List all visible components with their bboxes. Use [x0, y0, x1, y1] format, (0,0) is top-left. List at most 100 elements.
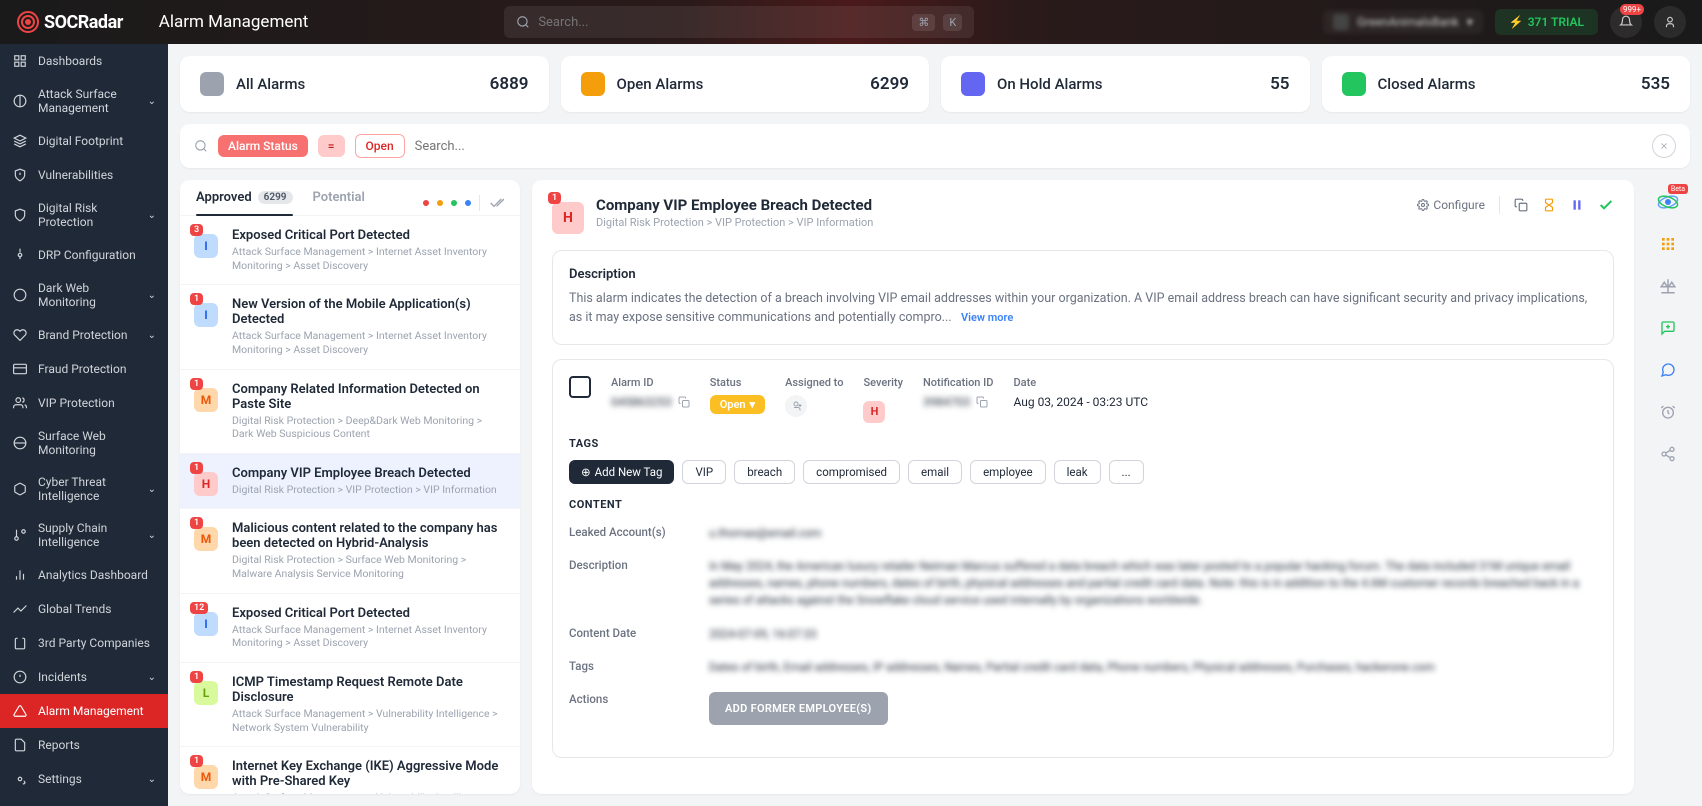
clear-filter-button[interactable]: [1652, 134, 1676, 158]
severity-box: M: [194, 765, 218, 789]
dot-medium[interactable]: [451, 200, 457, 206]
sidebar-item-attack-surface-management[interactable]: Attack Surface Management⌄: [0, 78, 168, 124]
dot-high[interactable]: [437, 200, 443, 206]
stat-card-closed-alarms[interactable]: Closed Alarms535: [1322, 56, 1691, 112]
copy-icon[interactable]: [678, 396, 690, 408]
chat-icon[interactable]: [1656, 358, 1680, 382]
tag-chip[interactable]: breach: [734, 460, 795, 484]
sidebar-item-global-trends[interactable]: Global Trends: [0, 592, 168, 626]
hourglass-button[interactable]: [1542, 198, 1556, 212]
sidebar-item-company-settings[interactable]: Company Settings: [0, 796, 168, 806]
brand-logo[interactable]: SOCRadar: [16, 10, 123, 34]
alarm-item[interactable]: 1MInternet Key Exchange (IKE) Aggressive…: [180, 747, 520, 794]
tag-chip[interactable]: employee: [970, 460, 1045, 484]
radar-icon: [16, 10, 40, 34]
sidebar-item-dark-web-monitoring[interactable]: Dark Web Monitoring⌄: [0, 272, 168, 318]
severity-value: H: [863, 401, 885, 423]
sidebar-item-surface-web-monitoring[interactable]: Surface Web Monitoring: [0, 420, 168, 466]
stat-label: Open Alarms: [617, 75, 704, 93]
filter-eq-pill[interactable]: =: [318, 135, 345, 157]
sidebar-item-dashboards[interactable]: Dashboards: [0, 44, 168, 78]
sidebar-item-incidents[interactable]: Incidents⌄: [0, 660, 168, 694]
sidebar-item-cyber-threat-intelligence[interactable]: Cyber Threat Intelligence⌄: [0, 466, 168, 512]
sidebar-item-label: VIP Protection: [38, 396, 115, 410]
global-search-input[interactable]: [538, 15, 904, 30]
check-all-icon[interactable]: [488, 195, 504, 211]
sidebar-item-supply-chain-intelligence[interactable]: Supply Chain Intelligence⌄: [0, 512, 168, 558]
view-more-link[interactable]: View more: [961, 311, 1013, 324]
tag-chip[interactable]: VIP: [682, 460, 726, 484]
resolve-button[interactable]: [1598, 197, 1614, 213]
comment-icon[interactable]: [1656, 316, 1680, 340]
sidebar-item-digital-footprint[interactable]: Digital Footprint: [0, 124, 168, 158]
severity-label: Severity: [863, 376, 903, 389]
select-checkbox[interactable]: [569, 376, 591, 398]
sidebar-item-drp-configuration[interactable]: DRP Configuration: [0, 238, 168, 272]
grid-icon[interactable]: [1656, 232, 1680, 256]
sidebar-item-fraud-protection[interactable]: Fraud Protection: [0, 352, 168, 386]
add-tag-button[interactable]: ⊕ Add New Tag: [569, 460, 674, 484]
alarm-item[interactable]: 1HCompany VIP Employee Breach DetectedDi…: [180, 454, 520, 510]
scale-icon[interactable]: [1656, 274, 1680, 298]
severity-box: M: [194, 527, 218, 551]
tab-approved[interactable]: Approved 6299: [196, 190, 293, 215]
sidebar-item-vulnerabilities[interactable]: Vulnerabilities: [0, 158, 168, 192]
content-value: 2024-07-09, 16:07:33: [709, 626, 1597, 643]
sidebar-item-reports[interactable]: Reports: [0, 728, 168, 762]
tag-chip[interactable]: ...: [1109, 460, 1144, 484]
sidebar-item-settings[interactable]: Settings⌄: [0, 762, 168, 796]
copy-icon[interactable]: [976, 396, 988, 408]
tag-chip[interactable]: leak: [1054, 460, 1101, 484]
date-label: Date: [1013, 376, 1148, 389]
stat-color-box: [200, 72, 224, 96]
alarm-id-label: Alarm ID: [611, 376, 690, 389]
trial-button[interactable]: ⚡ 371 TRIAL: [1495, 9, 1598, 35]
alarm-item[interactable]: 1INew Version of the Mobile Application(…: [180, 285, 520, 369]
clock-icon[interactable]: [1656, 400, 1680, 424]
alarm-item[interactable]: 3IExposed Critical Port DetectedAttack S…: [180, 216, 520, 285]
alarm-title: Exposed Critical Port Detected: [232, 606, 506, 621]
filter-status-pill[interactable]: Alarm Status: [218, 135, 308, 157]
dot-low[interactable]: [465, 200, 471, 206]
filter-search-input[interactable]: [415, 139, 1642, 154]
sidebar-item-analytics-dashboard[interactable]: Analytics Dashboard: [0, 558, 168, 592]
notifications-button[interactable]: 999+: [1610, 6, 1642, 38]
trial-label: 371 TRIAL: [1528, 15, 1584, 29]
severity-col: 1I: [194, 297, 222, 356]
tag-chip[interactable]: compromised: [803, 460, 900, 484]
severity-col: 1M: [194, 759, 222, 794]
sidebar-item-alarm-management[interactable]: Alarm Management: [0, 694, 168, 728]
configure-button[interactable]: Configure: [1417, 198, 1485, 212]
alarm-item[interactable]: 1MMalicious content related to the compa…: [180, 509, 520, 593]
sidebar-item-vip-protection[interactable]: VIP Protection: [0, 386, 168, 420]
add-former-employees-button[interactable]: ADD FORMER EMPLOYEE(S): [709, 692, 888, 725]
copy-button[interactable]: [1514, 198, 1528, 212]
tab-potential[interactable]: Potential: [313, 190, 365, 215]
sidebar-item-3rd-party-companies[interactable]: 3rd Party Companies: [0, 626, 168, 660]
user-avatar[interactable]: [1654, 6, 1686, 38]
ai-button[interactable]: Beta: [1656, 190, 1680, 214]
stat-card-open-alarms[interactable]: Open Alarms6299: [561, 56, 930, 112]
alarm-item[interactable]: 12IExposed Critical Port DetectedAttack …: [180, 594, 520, 663]
severity-box: I: [194, 303, 218, 327]
stat-card-all-alarms[interactable]: All Alarms6889: [180, 56, 549, 112]
sidebar-item-brand-protection[interactable]: Brand Protection⌄: [0, 318, 168, 352]
global-search[interactable]: ⌘ K: [504, 6, 974, 38]
sidebar-item-digital-risk-protection[interactable]: Digital Risk Protection⌄: [0, 192, 168, 238]
share-icon[interactable]: [1656, 442, 1680, 466]
assign-button[interactable]: [785, 395, 807, 417]
filter-value-pill[interactable]: Open: [355, 134, 405, 158]
status-dropdown[interactable]: Open▾: [710, 395, 765, 414]
dot-critical[interactable]: [423, 200, 429, 206]
notification-count: 999+: [1620, 4, 1644, 15]
alarm-item[interactable]: 1LICMP Timestamp Request Remote Date Dis…: [180, 663, 520, 747]
tag-chip[interactable]: email: [908, 460, 962, 484]
stat-card-on-hold-alarms[interactable]: On Hold Alarms55: [941, 56, 1310, 112]
alarm-title: ICMP Timestamp Request Remote Date Discl…: [232, 675, 506, 705]
account-selector[interactable]: GreenAnimalsBank ▾: [1323, 10, 1483, 34]
search-icon: [516, 15, 530, 29]
severity-box: M: [194, 388, 218, 412]
pause-button[interactable]: [1570, 198, 1584, 212]
alarm-item[interactable]: 1MCompany Related Information Detected o…: [180, 370, 520, 454]
alarm-count-badge: 1: [190, 755, 203, 767]
